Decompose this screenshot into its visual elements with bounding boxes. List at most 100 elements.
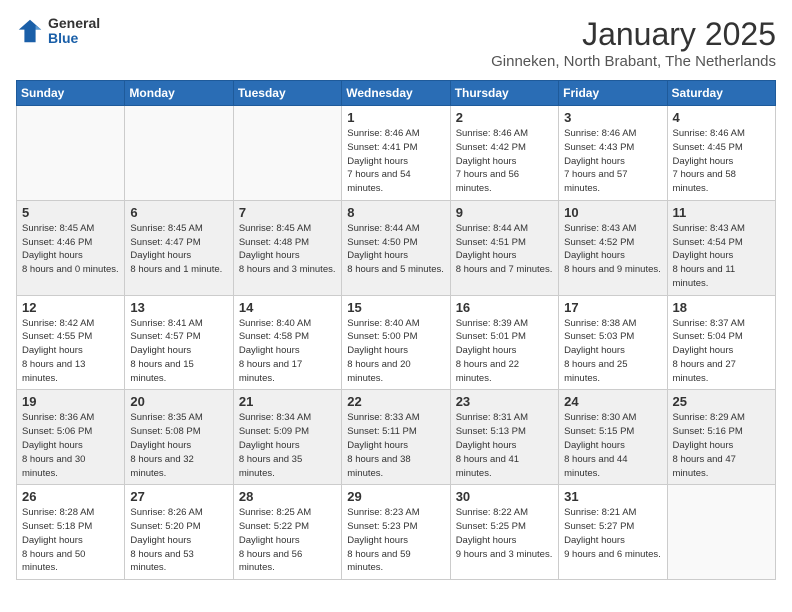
week-row-1: 1 Sunrise: 8:46 AMSunset: 4:41 PMDaylight… (17, 106, 776, 201)
logo-blue: Blue (48, 31, 100, 46)
day-number: 29 (347, 489, 444, 504)
day-number: 6 (130, 205, 227, 220)
weekday-tuesday: Tuesday (233, 81, 341, 106)
day-number: 21 (239, 394, 336, 409)
weekday-friday: Friday (559, 81, 667, 106)
calendar-cell: 12 Sunrise: 8:42 AMSunset: 4:55 PMDayligh… (17, 295, 125, 390)
week-row-5: 26 Sunrise: 8:28 AMSunset: 5:18 PMDayligh… (17, 485, 776, 580)
weekday-saturday: Saturday (667, 81, 775, 106)
day-number: 8 (347, 205, 444, 220)
day-number: 18 (673, 300, 770, 315)
day-number: 25 (673, 394, 770, 409)
day-info: Sunrise: 8:39 AMSunset: 5:01 PMDaylight … (456, 317, 553, 386)
day-info: Sunrise: 8:41 AMSunset: 4:57 PMDaylight … (130, 317, 227, 386)
day-info: Sunrise: 8:35 AMSunset: 5:08 PMDaylight … (130, 411, 227, 480)
calendar-subtitle: Ginneken, North Brabant, The Netherlands (491, 53, 776, 70)
day-info: Sunrise: 8:40 AMSunset: 5:00 PMDaylight … (347, 317, 444, 386)
calendar-cell: 3Sunrise: 8:46 AMSunset: 4:43 PMDaylight… (559, 106, 667, 201)
calendar-cell: 23 Sunrise: 8:31 AMSunset: 5:13 PMDayligh… (450, 390, 558, 485)
day-number: 17 (564, 300, 661, 315)
day-info: Sunrise: 8:37 AMSunset: 5:04 PMDaylight … (673, 317, 770, 386)
calendar-cell: 19Sunrise: 8:36 AMSunset: 5:06 PMDayligh… (17, 390, 125, 485)
day-info: Sunrise: 8:25 AMSunset: 5:22 PMDaylight … (239, 506, 336, 575)
calendar-cell: 5 Sunrise: 8:45 AMSunset: 4:46 PMDaylight… (17, 200, 125, 295)
day-info: Sunrise: 8:34 AMSunset: 5:09 PMDaylight … (239, 411, 336, 480)
week-row-4: 19Sunrise: 8:36 AMSunset: 5:06 PMDayligh… (17, 390, 776, 485)
day-info: Sunrise: 8:36 AMSunset: 5:06 PMDaylight … (22, 411, 119, 480)
calendar-cell: 25 Sunrise: 8:29 AMSunset: 5:16 PMDayligh… (667, 390, 775, 485)
calendar-title: January 2025 (491, 16, 776, 53)
week-row-2: 5 Sunrise: 8:45 AMSunset: 4:46 PMDaylight… (17, 200, 776, 295)
calendar-cell: 22 Sunrise: 8:33 AMSunset: 5:11 PMDayligh… (342, 390, 450, 485)
day-number: 20 (130, 394, 227, 409)
day-info: Sunrise: 8:46 AMSunset: 4:41 PMDaylight … (347, 127, 444, 196)
logo-icon (16, 17, 44, 45)
calendar-table: SundayMondayTuesdayWednesdayThursdayFrid… (16, 80, 776, 580)
weekday-header-row: SundayMondayTuesdayWednesdayThursdayFrid… (17, 81, 776, 106)
day-info: Sunrise: 8:43 AMSunset: 4:54 PMDaylight … (673, 222, 770, 291)
calendar-cell: 4 Sunrise: 8:46 AMSunset: 4:45 PMDaylight… (667, 106, 775, 201)
weekday-sunday: Sunday (17, 81, 125, 106)
weekday-monday: Monday (125, 81, 233, 106)
calendar-cell: 29 Sunrise: 8:23 AMSunset: 5:23 PMDayligh… (342, 485, 450, 580)
calendar-cell: 8 Sunrise: 8:44 AMSunset: 4:50 PMDaylight… (342, 200, 450, 295)
day-info: Sunrise: 8:44 AMSunset: 4:51 PMDaylight … (456, 222, 553, 277)
day-info: Sunrise: 8:29 AMSunset: 5:16 PMDaylight … (673, 411, 770, 480)
day-number: 4 (673, 110, 770, 125)
day-info: Sunrise: 8:45 AMSunset: 4:47 PMDaylight … (130, 222, 227, 277)
day-number: 3 (564, 110, 661, 125)
calendar-cell: 6 Sunrise: 8:45 AMSunset: 4:47 PMDaylight… (125, 200, 233, 295)
day-info: Sunrise: 8:43 AMSunset: 4:52 PMDaylight … (564, 222, 661, 277)
calendar-cell (233, 106, 341, 201)
calendar-cell: 15 Sunrise: 8:40 AMSunset: 5:00 PMDayligh… (342, 295, 450, 390)
day-info: Sunrise: 8:33 AMSunset: 5:11 PMDaylight … (347, 411, 444, 480)
day-info: Sunrise: 8:45 AMSunset: 4:46 PMDaylight … (22, 222, 119, 277)
calendar-cell: 26 Sunrise: 8:28 AMSunset: 5:18 PMDayligh… (17, 485, 125, 580)
day-info: Sunrise: 8:46 AMSunset: 4:42 PMDaylight … (456, 127, 553, 196)
day-number: 10 (564, 205, 661, 220)
day-info: Sunrise: 8:22 AMSunset: 5:25 PMDaylight … (456, 506, 553, 561)
day-info: Sunrise: 8:28 AMSunset: 5:18 PMDaylight … (22, 506, 119, 575)
weekday-thursday: Thursday (450, 81, 558, 106)
day-number: 12 (22, 300, 119, 315)
day-number: 30 (456, 489, 553, 504)
day-info: Sunrise: 8:46 AMSunset: 4:45 PMDaylight … (673, 127, 770, 196)
day-info: Sunrise: 8:45 AMSunset: 4:48 PMDaylight … (239, 222, 336, 277)
day-number: 22 (347, 394, 444, 409)
day-number: 9 (456, 205, 553, 220)
calendar-cell: 11 Sunrise: 8:43 AMSunset: 4:54 PMDayligh… (667, 200, 775, 295)
calendar-cell: 21 Sunrise: 8:34 AMSunset: 5:09 PMDayligh… (233, 390, 341, 485)
day-number: 2 (456, 110, 553, 125)
day-number: 15 (347, 300, 444, 315)
day-number: 1 (347, 110, 444, 125)
weekday-wednesday: Wednesday (342, 81, 450, 106)
calendar-cell: 24Sunrise: 8:30 AMSunset: 5:15 PMDayligh… (559, 390, 667, 485)
page-header: General Blue January 2025 Ginneken, Nort… (16, 16, 776, 70)
calendar-cell: 9 Sunrise: 8:44 AMSunset: 4:51 PMDaylight… (450, 200, 558, 295)
calendar-cell: 7Sunrise: 8:45 AMSunset: 4:48 PMDaylight… (233, 200, 341, 295)
logo: General Blue (16, 16, 100, 47)
title-area: January 2025 Ginneken, North Brabant, Th… (491, 16, 776, 70)
calendar-cell: 10 Sunrise: 8:43 AMSunset: 4:52 PMDayligh… (559, 200, 667, 295)
day-number: 13 (130, 300, 227, 315)
day-info: Sunrise: 8:42 AMSunset: 4:55 PMDaylight … (22, 317, 119, 386)
calendar-cell: 13 Sunrise: 8:41 AMSunset: 4:57 PMDayligh… (125, 295, 233, 390)
day-number: 5 (22, 205, 119, 220)
day-info: Sunrise: 8:38 AMSunset: 5:03 PMDaylight … (564, 317, 661, 386)
calendar-cell: 16Sunrise: 8:39 AMSunset: 5:01 PMDayligh… (450, 295, 558, 390)
day-number: 26 (22, 489, 119, 504)
calendar-cell: 17 Sunrise: 8:38 AMSunset: 5:03 PMDayligh… (559, 295, 667, 390)
day-number: 23 (456, 394, 553, 409)
calendar-cell (125, 106, 233, 201)
calendar-cell: 27Sunrise: 8:26 AMSunset: 5:20 PMDayligh… (125, 485, 233, 580)
day-number: 11 (673, 205, 770, 220)
week-row-3: 12 Sunrise: 8:42 AMSunset: 4:55 PMDayligh… (17, 295, 776, 390)
day-info: Sunrise: 8:31 AMSunset: 5:13 PMDaylight … (456, 411, 553, 480)
day-info: Sunrise: 8:30 AMSunset: 5:15 PMDaylight … (564, 411, 661, 480)
day-info: Sunrise: 8:44 AMSunset: 4:50 PMDaylight … (347, 222, 444, 277)
calendar-cell: 14Sunrise: 8:40 AMSunset: 4:58 PMDayligh… (233, 295, 341, 390)
calendar-cell: 2 Sunrise: 8:46 AMSunset: 4:42 PMDaylight… (450, 106, 558, 201)
logo-text: General Blue (48, 16, 100, 47)
calendar-cell: 30 Sunrise: 8:22 AMSunset: 5:25 PMDayligh… (450, 485, 558, 580)
day-info: Sunrise: 8:23 AMSunset: 5:23 PMDaylight … (347, 506, 444, 575)
